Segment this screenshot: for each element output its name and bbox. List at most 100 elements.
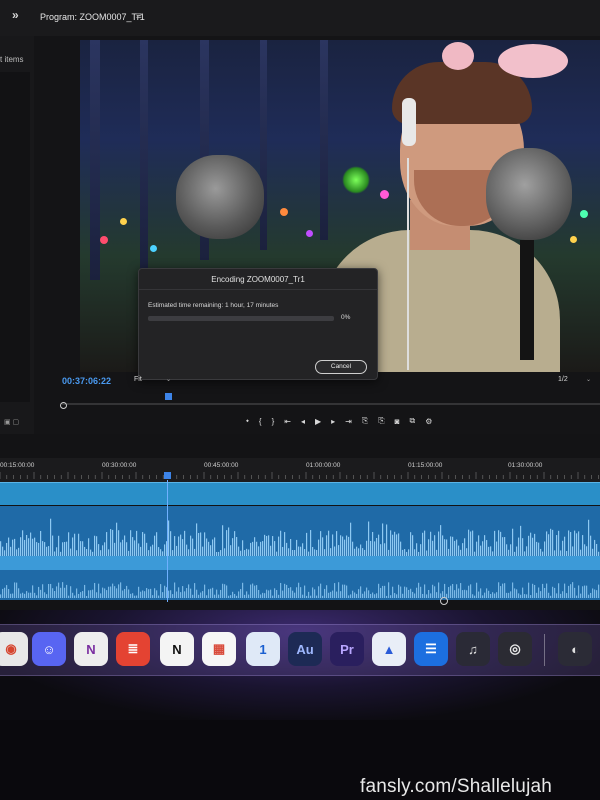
waveform-bar xyxy=(588,519,590,556)
video-clip-track[interactable] xyxy=(0,482,600,505)
transport-button-10[interactable]: ◙ xyxy=(395,417,400,426)
transport-button-11[interactable]: ⧉ xyxy=(409,416,415,426)
collapse-panels-icon[interactable]: » xyxy=(12,8,19,22)
waveform-bar xyxy=(518,593,520,598)
waveform-bar xyxy=(24,539,26,556)
waveform-bar xyxy=(216,589,218,598)
transport-button-5[interactable]: ▶ xyxy=(315,417,321,426)
transport-button-3[interactable]: ⇤ xyxy=(284,417,291,426)
discord-icon[interactable]: ☺ xyxy=(32,632,66,666)
todoist-icon[interactable]: ≣ xyxy=(116,632,150,666)
stream-tool-icon[interactable]: ☰ xyxy=(414,632,448,666)
waveform-bar xyxy=(438,582,440,598)
transport-button-0[interactable]: ⬩ xyxy=(246,416,249,426)
waveform-bar xyxy=(586,546,588,556)
waveform-bar xyxy=(282,546,284,556)
waveform-bar xyxy=(144,591,146,598)
waveform-bar xyxy=(88,590,90,598)
program-monitor-title[interactable]: Program: ZOOM0007_Tr1 xyxy=(40,12,145,22)
waveform-bar xyxy=(58,535,60,556)
transport-button-9[interactable]: ⎘ xyxy=(378,416,384,426)
chevron-down-icon[interactable]: ⌄ xyxy=(586,376,591,383)
playhead-timecode[interactable]: 00:37:06:22 xyxy=(62,376,111,386)
waveform-bar xyxy=(126,585,128,598)
waveform-bar xyxy=(582,586,584,598)
waveform-bar xyxy=(480,545,482,556)
ruler-time-label: 00:45:00:00 xyxy=(204,462,239,469)
waveform-bar xyxy=(318,586,320,598)
waveform-bar xyxy=(522,587,524,598)
waveform-bar xyxy=(332,534,334,556)
monitor-playhead-marker[interactable] xyxy=(165,393,172,400)
project-item-list[interactable] xyxy=(0,72,30,402)
waveform-bar xyxy=(508,549,510,556)
waveform-bar xyxy=(574,530,576,556)
waveform-bar xyxy=(518,537,520,556)
panel-menu-icon[interactable]: ≡ xyxy=(136,11,142,22)
transport-button-7[interactable]: ⇥ xyxy=(345,417,352,426)
cancel-button[interactable]: Cancel xyxy=(315,360,367,374)
waveform-bar xyxy=(552,586,554,598)
waveform-bar xyxy=(276,551,278,556)
transport-button-2[interactable]: } xyxy=(272,417,275,426)
waveform-bar xyxy=(496,592,498,598)
waveform-bar xyxy=(508,592,510,598)
waveform-bar xyxy=(318,539,320,556)
ua-connect-icon[interactable]: ◐ xyxy=(558,632,592,666)
waveform-bar xyxy=(544,587,546,598)
waveform-bar xyxy=(368,590,370,598)
transport-button-6[interactable]: ▸ xyxy=(331,417,335,426)
transport-button-8[interactable]: ⎘ xyxy=(362,416,368,426)
waveform-bar xyxy=(502,537,504,556)
waveform-bar xyxy=(470,531,472,556)
nordvpn-icon[interactable]: ▲ xyxy=(372,632,406,666)
audition-icon[interactable]: Au xyxy=(288,632,322,666)
notion-icon[interactable]: N xyxy=(160,632,194,666)
timeline-playhead[interactable] xyxy=(164,472,171,479)
timeline-scroll-handle[interactable] xyxy=(440,597,448,605)
bunny-ear-right xyxy=(498,44,568,78)
waveform-bar xyxy=(100,550,102,556)
onenote-icon[interactable]: N xyxy=(74,632,108,666)
waveform-bar xyxy=(558,530,560,556)
ua-console-icon[interactable]: ♫ xyxy=(456,632,490,666)
waveform-bar xyxy=(440,525,442,556)
chrome-icon[interactable]: ◉ xyxy=(0,632,28,666)
waveform-bar xyxy=(176,591,178,598)
waveform-bar xyxy=(0,594,2,598)
waveform-bar xyxy=(340,535,342,556)
transport-button-1[interactable]: { xyxy=(259,417,262,426)
waveform-bar xyxy=(128,589,130,598)
waveform-bar xyxy=(422,593,424,598)
waveform-bar xyxy=(200,592,202,598)
chevron-down-icon[interactable]: ⌄ xyxy=(166,376,171,383)
calendar-icon[interactable]: ▦ xyxy=(202,632,236,666)
monitor-time-ruler[interactable] xyxy=(62,392,600,408)
premiere-icon[interactable]: Pr xyxy=(330,632,364,666)
zoom-fit-select[interactable]: Fit xyxy=(134,376,142,383)
waveform-bar xyxy=(356,546,358,556)
waveform-bar xyxy=(168,520,170,556)
waveform-bar xyxy=(312,587,314,598)
panel-tool-icons[interactable]: ▣ ▢ xyxy=(4,418,19,426)
waveform-bar xyxy=(114,542,116,556)
in-point-marker[interactable] xyxy=(60,402,67,409)
waveform-bar xyxy=(284,532,286,556)
waveform-bar xyxy=(48,583,50,598)
waveform-bar xyxy=(200,532,202,556)
waveform-bar xyxy=(594,539,596,556)
waveform-bar xyxy=(590,535,592,556)
playback-resolution-select[interactable]: 1/2 xyxy=(558,376,568,383)
waveform-bar xyxy=(116,588,118,598)
transport-button-4[interactable]: ◂ xyxy=(301,417,305,426)
1password-icon[interactable]: 1 xyxy=(246,632,280,666)
waveform-bar xyxy=(514,588,516,598)
waveform-bar xyxy=(536,541,538,556)
transport-button-12[interactable]: ⚙ xyxy=(425,417,432,426)
waveform-bar xyxy=(244,550,246,556)
waveform-bar xyxy=(48,546,50,556)
obs-icon[interactable]: ◎ xyxy=(498,632,532,666)
waveform-bar xyxy=(262,592,264,598)
waveform-bar xyxy=(388,549,390,556)
waveform-bar xyxy=(410,532,412,556)
